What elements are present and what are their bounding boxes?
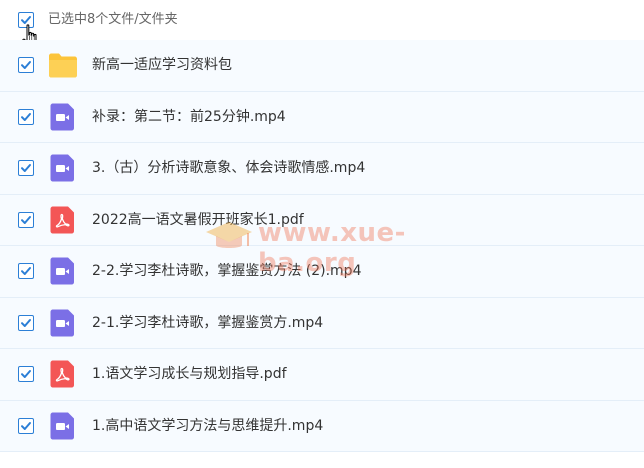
file-checkbox[interactable] bbox=[18, 108, 34, 125]
video-file-icon bbox=[50, 257, 74, 285]
file-name[interactable]: 1.高中语文学习方法与思维提升.mp4 bbox=[92, 417, 323, 435]
selection-count-text: 已选中8个文件/文件夹 bbox=[48, 12, 178, 27]
file-row[interactable]: 2022高一语文暑假开班家长1.pdf bbox=[0, 194, 644, 246]
file-checkbox[interactable] bbox=[18, 160, 34, 177]
file-list: 新高一适应学习资料包补录：第二节：前25分钟.mp4 3.（古）分析诗歌意象、体会… bbox=[0, 40, 644, 452]
selection-header: 已选中8个文件/文件夹 bbox=[0, 0, 644, 40]
file-checkbox[interactable] bbox=[18, 263, 34, 280]
checkmark-icon bbox=[21, 421, 31, 430]
file-row[interactable]: 2-1.学习李杜诗歌，掌握鉴赏方.mp4 bbox=[0, 297, 644, 349]
checkmark-icon bbox=[21, 164, 31, 173]
video-file-icon bbox=[50, 154, 74, 182]
file-checkbox[interactable] bbox=[18, 57, 34, 74]
video-file-icon bbox=[50, 412, 74, 440]
file-row[interactable]: 1.高中语文学习方法与思维提升.mp4 bbox=[0, 400, 644, 452]
file-row[interactable]: 3.（古）分析诗歌意象、体会诗歌情感.mp4 bbox=[0, 143, 644, 195]
checkmark-icon bbox=[21, 61, 31, 70]
video-file-icon bbox=[50, 309, 74, 337]
file-name[interactable]: 2-2.学习李杜诗歌，掌握鉴赏方法 (2).mp4 bbox=[92, 262, 361, 280]
checkmark-icon bbox=[21, 318, 31, 327]
file-row[interactable]: 1.语文学习成长与规划指导.pdf bbox=[0, 349, 644, 401]
checkmark-icon bbox=[21, 215, 31, 224]
checkmark-icon bbox=[21, 370, 31, 379]
file-checkbox[interactable] bbox=[18, 417, 34, 434]
pdf-file-icon bbox=[50, 206, 74, 234]
file-checkbox[interactable] bbox=[18, 211, 34, 228]
video-file-icon bbox=[50, 103, 74, 131]
file-name[interactable]: 3.（古）分析诗歌意象、体会诗歌情感.mp4 bbox=[92, 159, 365, 177]
file-row[interactable]: 新高一适应学习资料包 bbox=[0, 40, 644, 92]
file-name[interactable]: 2022高一语文暑假开班家长1.pdf bbox=[92, 211, 304, 229]
file-name[interactable]: 新高一适应学习资料包 bbox=[92, 56, 232, 74]
file-row[interactable]: 2-2.学习李杜诗歌，掌握鉴赏方法 (2).mp4 bbox=[0, 246, 644, 298]
checkmark-icon bbox=[21, 112, 31, 121]
folder-icon bbox=[49, 53, 77, 78]
file-name[interactable]: 2-1.学习李杜诗歌，掌握鉴赏方.mp4 bbox=[92, 314, 323, 332]
file-row[interactable]: 补录：第二节：前25分钟.mp4 bbox=[0, 91, 644, 143]
file-checkbox[interactable] bbox=[18, 366, 34, 383]
file-name[interactable]: 1.语文学习成长与规划指导.pdf bbox=[92, 365, 287, 383]
checkmark-icon bbox=[21, 267, 31, 276]
file-name[interactable]: 补录：第二节：前25分钟.mp4 bbox=[92, 108, 286, 126]
pdf-file-icon bbox=[50, 360, 74, 388]
file-checkbox[interactable] bbox=[18, 314, 34, 331]
